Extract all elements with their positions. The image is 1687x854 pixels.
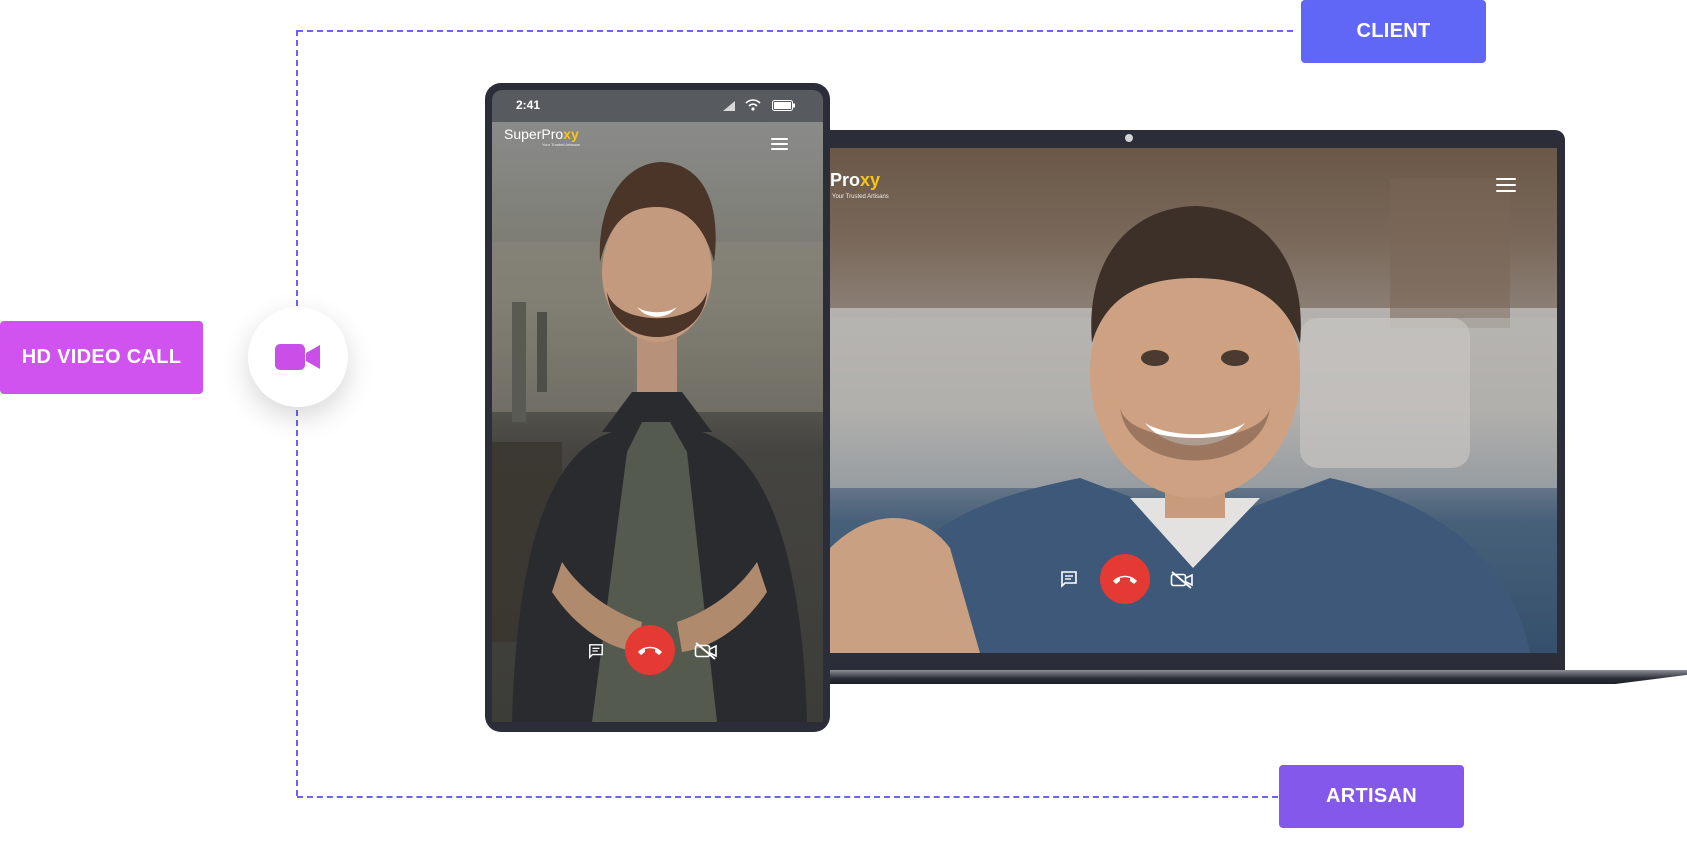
laptop-logo-accent: xy — [860, 170, 881, 190]
phone-logo-accent: xy — [563, 126, 579, 142]
laptop-menu-button[interactable] — [1496, 178, 1516, 196]
connector-top — [297, 30, 1293, 32]
chat-icon — [589, 644, 603, 659]
chat-icon — [1061, 571, 1077, 588]
laptop-chat-button[interactable] — [1056, 566, 1082, 592]
phone-video-off-button[interactable] — [692, 637, 720, 665]
laptop-hang-up-button[interactable] — [1100, 554, 1150, 604]
video-camera-icon — [275, 344, 320, 370]
hang-up-icon — [638, 646, 662, 655]
laptop-logo: Proxy — [830, 170, 880, 191]
phone-status-bar — [492, 90, 823, 122]
laptop-base — [790, 670, 1687, 684]
video-off-icon — [694, 642, 717, 660]
phone-hang-up-button[interactable] — [625, 625, 675, 675]
video-off-icon — [1170, 571, 1193, 589]
client-label: CLIENT — [1301, 0, 1486, 63]
phone-logo-text: SuperPro — [504, 126, 564, 142]
artisan-label: ARTISAN — [1279, 765, 1464, 828]
laptop-logo-text: Pro — [830, 170, 861, 190]
phone-menu-button[interactable] — [771, 138, 788, 153]
phone-tagline: Your Trusted Artisans — [542, 142, 580, 147]
signal-icon — [723, 101, 735, 111]
connector-bottom — [297, 796, 1278, 798]
video-call-badge — [248, 307, 348, 407]
laptop-video-off-button[interactable] — [1168, 566, 1196, 594]
hd-video-call-label: HD VIDEO CALL — [0, 321, 203, 394]
phone-logo: SuperProxy — [504, 126, 579, 142]
phone-video-feed: SuperProxy Your Trusted Artisans — [492, 122, 823, 722]
laptop-video-feed: Proxy Your Trusted Artisans — [830, 148, 1557, 653]
laptop-tagline: Your Trusted Artisans — [832, 194, 889, 200]
phone-status-time: 2:41 — [516, 98, 541, 112]
phone-chat-button[interactable] — [584, 639, 608, 663]
wifi-icon — [745, 99, 761, 111]
connector-left — [296, 30, 298, 796]
battery-icon — [772, 100, 795, 111]
hang-up-icon — [1113, 575, 1137, 584]
laptop-webcam — [1125, 134, 1133, 142]
